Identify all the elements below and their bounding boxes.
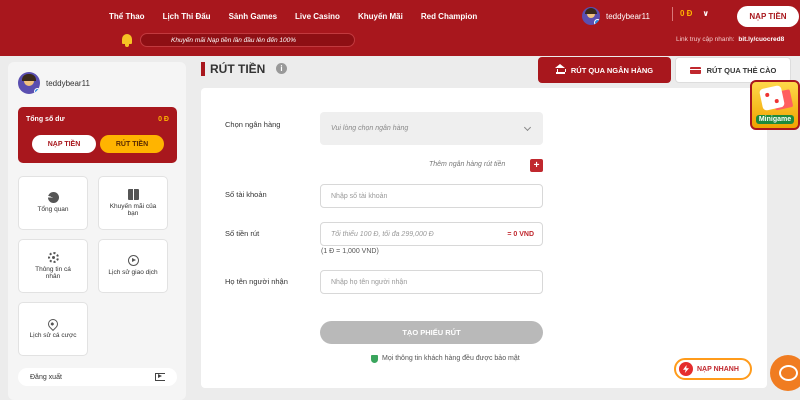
page-title: RÚT TIỀN [210,62,266,76]
header-deposit-button[interactable]: NẠP TIỀN [737,6,799,27]
add-bank-label[interactable]: Thêm ngân hàng rút tiền [429,161,505,168]
logout-button[interactable]: Đăng xuất [18,368,177,386]
gift-icon [127,188,139,200]
chat-icon[interactable] [770,355,800,391]
nav-item-red-champion[interactable]: Red Champion [412,12,486,21]
account-sidebar: teddybear11 Tổng số dư 0 Đ NẠP TIỀN RÚT … [8,62,186,400]
logout-icon [155,373,165,381]
balance-value: 0 Đ [158,116,169,123]
header-username: teddybear11 [606,11,650,21]
sidebar-username: teddybear11 [46,78,90,88]
level-badge-icon [594,19,600,25]
avatar[interactable] [582,7,600,25]
level-badge-icon [34,88,40,94]
sidebar-user: teddybear11 [18,72,90,94]
sidebar-item-transaction-history[interactable]: Lịch sử giao dịch [98,239,168,293]
header-user[interactable]: teddybear11 [582,7,650,25]
card-icon [689,66,701,74]
quick-deposit-label: NẠP NHANH [697,365,739,373]
sidebar-withdraw-button[interactable]: RÚT TIỀN [100,135,164,153]
bank-select[interactable]: Vui lòng chọn ngân hàng [320,112,543,145]
sidebar-item-label: Khuyến mãi của bạn [109,202,157,217]
chevron-down-icon[interactable]: ∨ [702,9,709,18]
title-accent [201,62,205,76]
recipient-label: Họ tên người nhận [225,277,288,286]
location-pin-icon [45,316,61,331]
pie-chart-icon [47,192,59,204]
security-note-text: Mọi thông tin khách hàng đều được bảo mậ… [382,355,520,362]
withdraw-form: Chọn ngân hàng Vui lòng chọn ngân hàng T… [201,88,767,388]
sidebar-item-label: Lịch sử giao dịch [108,269,158,277]
bell-icon [121,33,133,47]
add-bank-button[interactable]: + [530,159,543,172]
create-withdraw-button[interactable]: TẠO PHIẾU RÚT [320,321,543,344]
account-label: Số tài khoản [225,190,267,199]
balance-card: Tổng số dư 0 Đ NẠP TIỀN RÚT TIỀN [18,107,177,163]
nav-item-live-casino[interactable]: Live Casino [286,12,349,21]
header-balance[interactable]: 0 Đ ∨ [672,7,709,21]
lightning-icon [679,362,693,376]
sidebar-item-label: Lịch sử cá cược [29,331,77,339]
exchange-rate: (1 Đ = 1,000 VND) [321,248,379,255]
account-number-input[interactable]: Nhập số tài khoản [320,184,543,208]
minigame-label: Minigame [755,115,795,124]
sidebar-item-overview[interactable]: Tổng quan [18,176,88,230]
info-icon[interactable]: i [276,63,287,74]
chevron-down-icon [523,123,532,132]
minigame-button[interactable]: Minigame [750,80,800,130]
sidebar-deposit-button[interactable]: NẠP TIỀN [32,135,96,153]
nav-item-schedule[interactable]: Lịch Thi Đấu [154,12,220,21]
dice-icon [758,84,786,112]
bank-label: Chọn ngân hàng [225,120,281,129]
quick-link-label: Link truy cập nhanh: [676,36,735,43]
sidebar-item-profile[interactable]: Thông tin cá nhân [18,239,88,293]
quick-link-url[interactable]: bit.ly/cuocred8 [738,36,784,43]
balance-label: Tổng số dư [26,116,65,123]
gear-icon [47,251,59,263]
amount-placeholder: Tối thiểu 100 Đ, tối đa 299,000 Đ [331,230,434,238]
play-circle-icon [127,255,139,267]
recipient-name-input[interactable]: Nhập họ tên người nhận [320,270,543,294]
amount-vnd-value: = 0 VND [507,231,534,238]
logout-label: Đăng xuất [30,373,62,381]
tab-withdraw-card-label: RÚT QUA THẺ CÀO [706,65,777,75]
promo-marquee: Khuyến mãi Nạp tiền lần đầu lên đến 100% [140,33,355,47]
sidebar-item-my-promotions[interactable]: Khuyến mãi của bạn [98,176,168,230]
header-balance-value: 0 Đ [680,9,693,18]
tab-withdraw-bank-label: RÚT QUA NGÂN HÀNG [570,65,654,75]
amount-label: Số tiền rút [225,229,260,238]
tab-withdraw-bank[interactable]: RÚT QUA NGÂN HÀNG [538,57,671,83]
main-nav: Thể Thao Lịch Thi Đấu Sảnh Games Live Ca… [100,0,486,32]
avatar [18,72,40,94]
recipient-name-placeholder: Nhập họ tên người nhận [331,278,408,286]
quick-deposit-button[interactable]: NẠP NHANH [674,358,752,380]
bank-select-placeholder: Vui lòng chọn ngân hàng [331,125,409,132]
quick-link: Link truy cập nhanh: bit.ly/cuocred8 [676,36,784,43]
nav-item-games[interactable]: Sảnh Games [220,12,286,21]
nav-item-sports[interactable]: Thể Thao [100,12,154,21]
shield-icon [371,355,378,363]
security-note: Mọi thông tin khách hàng đều được bảo mậ… [371,354,551,363]
account-number-placeholder: Nhập số tài khoản [331,192,388,200]
nav-item-promotions[interactable]: Khuyến Mãi [349,12,412,21]
sidebar-item-label: Tổng quan [37,206,69,214]
sidebar-item-label: Thông tin cá nhân [35,265,71,280]
sidebar-item-bet-history[interactable]: Lịch sử cá cược [18,302,88,356]
amount-input[interactable]: Tối thiểu 100 Đ, tối đa 299,000 Đ = 0 VN… [320,222,543,246]
bank-icon [554,64,566,74]
top-header: Thể Thao Lịch Thi Đấu Sảnh Games Live Ca… [0,0,800,56]
